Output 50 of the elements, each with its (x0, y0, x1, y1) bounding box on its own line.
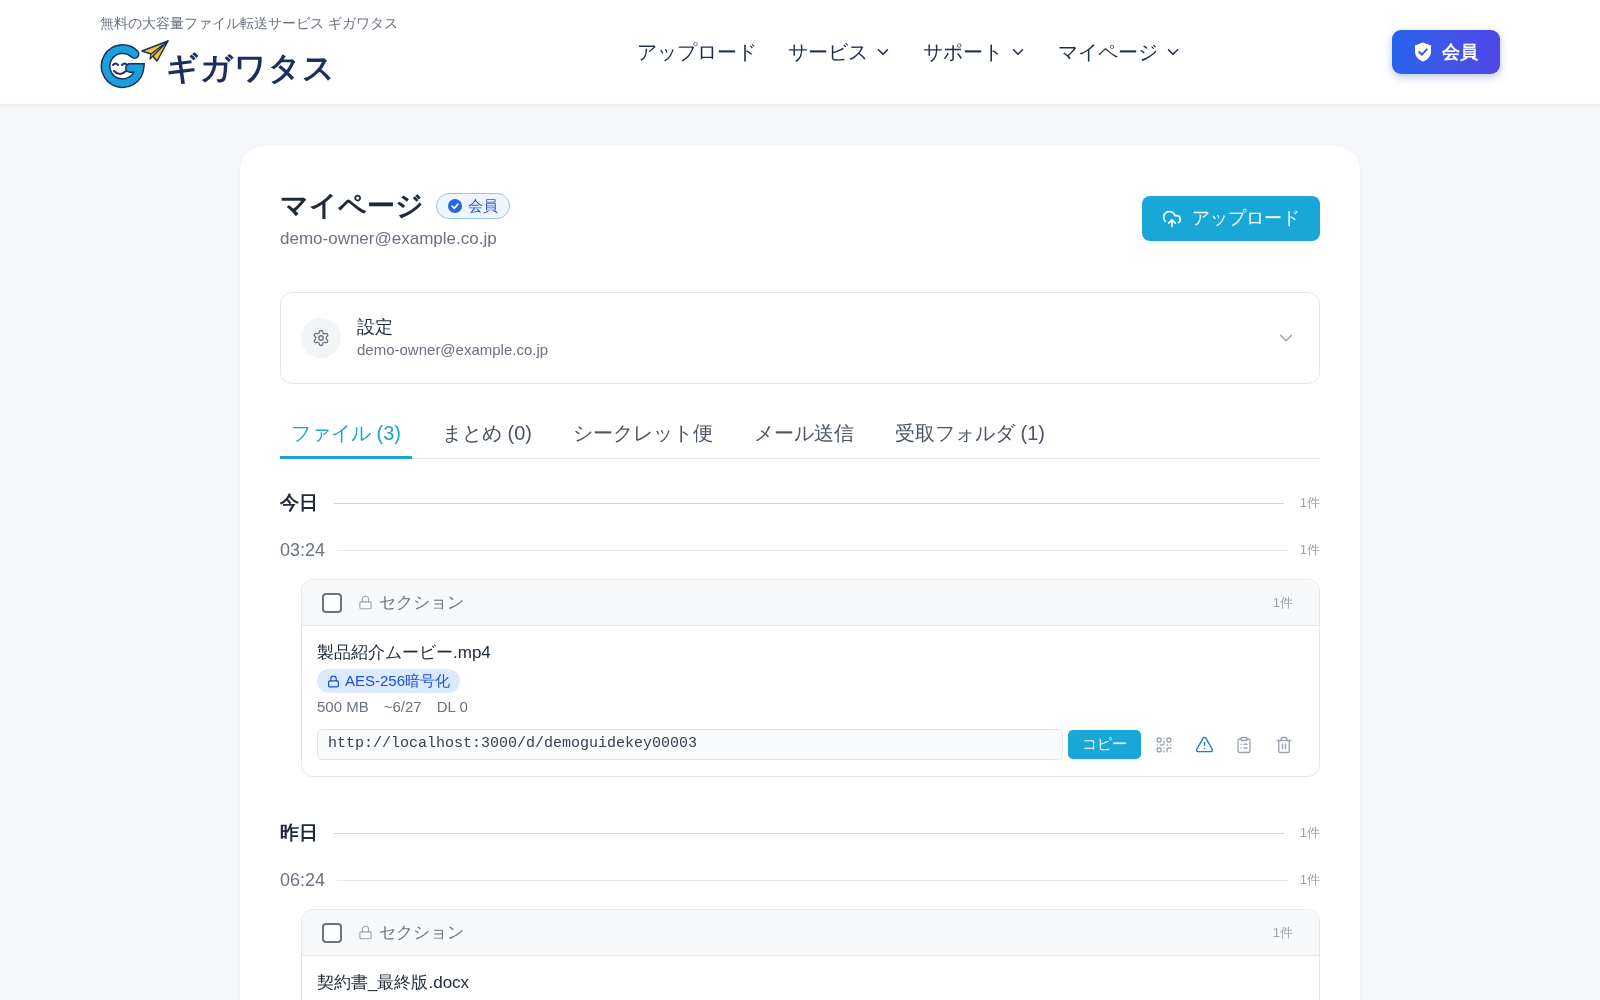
cloud-upload-icon (1162, 208, 1182, 229)
nav-link[interactable]: マイページ (1058, 38, 1182, 66)
checkbox[interactable] (322, 592, 342, 613)
item-count: 1件 (1299, 871, 1320, 890)
clipboard-icon (1235, 735, 1253, 754)
section-title: セクション (379, 591, 464, 614)
time-label: 03:24 (280, 538, 326, 562)
tab[interactable]: まとめ (0) (431, 409, 543, 459)
settings-email: demo-owner@example.co.jp (357, 340, 549, 360)
member-badge-label: 会員 (468, 195, 498, 216)
account-email: demo-owner@example.co.jp (280, 228, 497, 250)
nav-link[interactable]: アップロード (637, 38, 757, 66)
lock-icon (358, 925, 373, 940)
trash-icon (1275, 735, 1293, 754)
item-count: 1件 (1299, 541, 1320, 560)
section-title: セクション (379, 921, 464, 944)
tab[interactable]: メール送信 (743, 409, 865, 459)
day-heading: 今日 (280, 490, 318, 515)
url-field[interactable]: http://localhost:3000/d/demoguidekey00003 (317, 729, 1063, 760)
check-circle-icon (448, 199, 462, 213)
nav-link[interactable]: サポート (923, 38, 1027, 66)
gear-icon (301, 318, 341, 358)
nav-link[interactable]: サービス (788, 38, 892, 66)
tab[interactable]: シークレット便 (562, 409, 724, 459)
settings-title: 設定 (357, 316, 393, 339)
lock-icon (327, 674, 340, 688)
lock-icon (358, 595, 373, 610)
qr-code-icon (1155, 735, 1173, 754)
item-count: 1件 (1272, 593, 1293, 612)
item-count: 1件 (1299, 824, 1320, 843)
file-meta-text: DL 0 (436, 696, 468, 717)
time-label: 06:24 (280, 868, 326, 892)
shield-check-icon (1414, 42, 1432, 62)
file-meta-text: 500 MB (317, 696, 369, 717)
day-heading: 昨日 (280, 820, 318, 845)
file-name: 製品紹介ムービー.mp4 (317, 642, 491, 664)
item-count: 1件 (1272, 923, 1293, 942)
file-name: 契約書_最終版.docx (317, 972, 470, 994)
page-title: マイページ (280, 189, 424, 223)
item-count: 1件 (1299, 494, 1320, 513)
tab[interactable]: 受取フォルダ (1) (884, 409, 1056, 459)
settings-panel[interactable]: 設定 demo-owner@example.co.jp (280, 292, 1320, 384)
warning-triangle-icon (1194, 735, 1214, 754)
encryption-label: AES-256暗号化 (345, 670, 451, 691)
site-tagline: 無料の大容量ファイル転送サービス ギガワタス (100, 14, 398, 33)
checkbox[interactable] (322, 922, 342, 943)
member-button[interactable]: 会員 (1392, 30, 1500, 74)
logo-link[interactable]: ギガワタス (100, 39, 336, 89)
logo-icon (100, 39, 170, 89)
file-meta-text: ~6/27 (383, 696, 422, 717)
